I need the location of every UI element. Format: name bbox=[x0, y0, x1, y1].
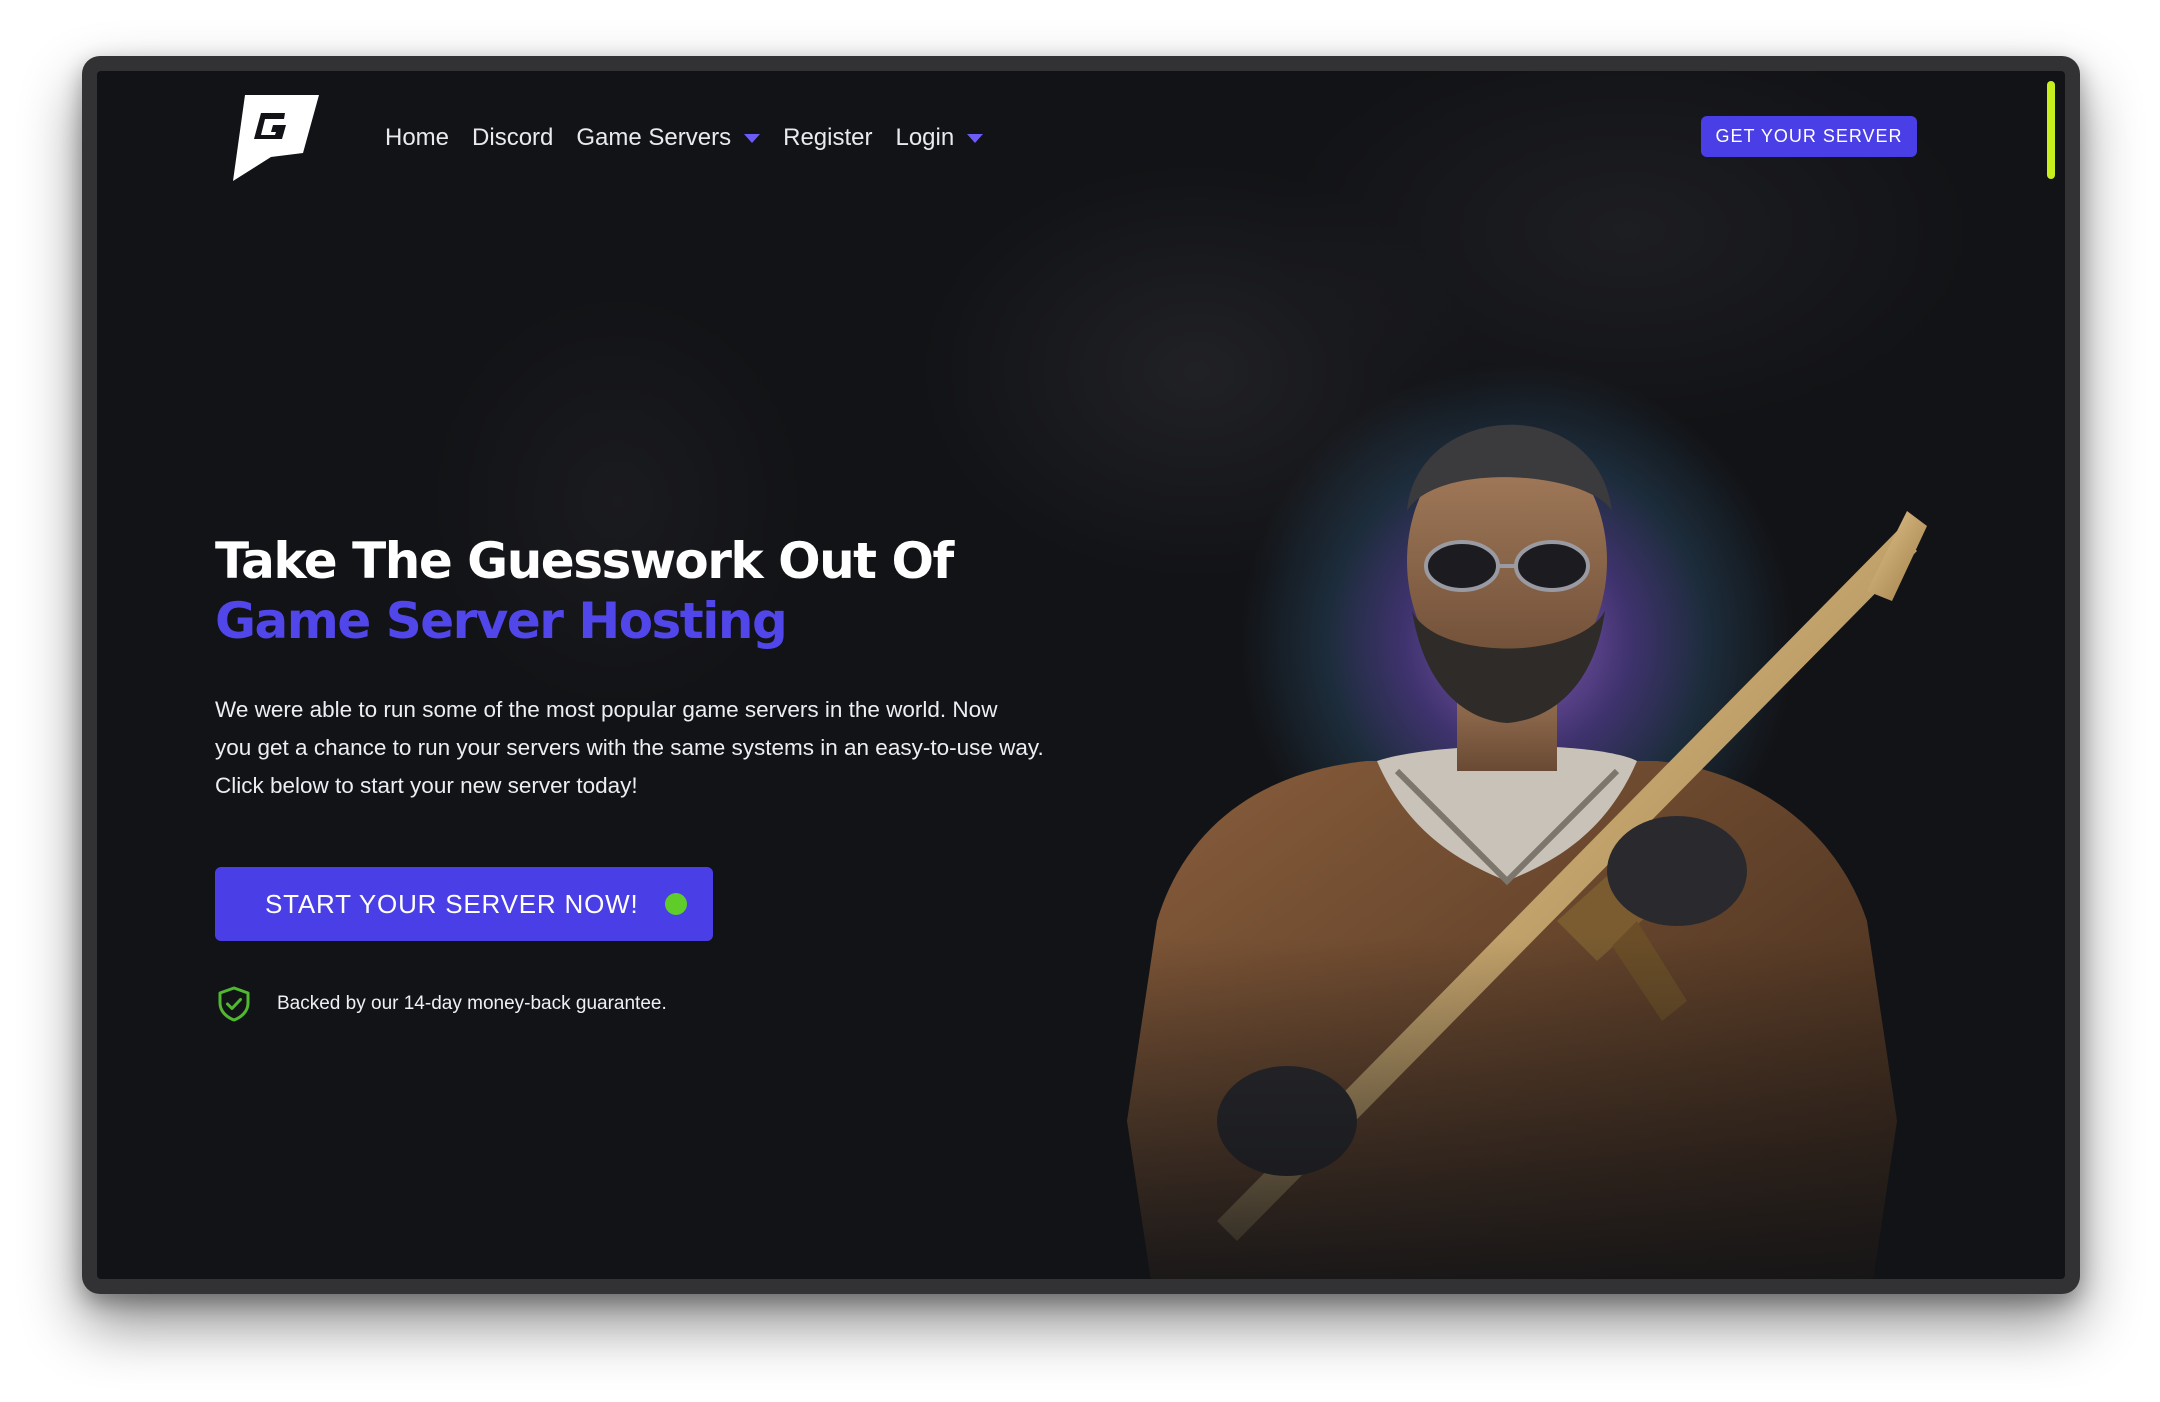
hero-title-line1: Take The Guesswork Out Of bbox=[215, 532, 954, 590]
hero-description-line: Click below to start your new server tod… bbox=[215, 773, 638, 798]
hero-title: Take The Guesswork Out Of Game Server Ho… bbox=[215, 531, 954, 651]
get-your-server-button[interactable]: GET YOUR SERVER bbox=[1701, 116, 1917, 157]
guarantee-note: Backed by our 14-day money-back guarante… bbox=[215, 985, 667, 1023]
device-frame: Home Discord Game Servers Register Login… bbox=[82, 56, 2080, 1294]
start-server-button[interactable]: START YOUR SERVER NOW! bbox=[215, 867, 713, 941]
nav-game-servers[interactable]: Game Servers bbox=[576, 124, 761, 152]
nav-login-label: Login bbox=[895, 124, 955, 151]
soldier-character-image bbox=[1037, 361, 2037, 1279]
scrollbar-thumb[interactable] bbox=[2047, 81, 2055, 179]
hero-description-line: you get a chance to run your servers wit… bbox=[215, 735, 1044, 760]
guarantee-text: Backed by our 14-day money-back guarante… bbox=[277, 993, 667, 1014]
hero-description: We were able to run some of the most pop… bbox=[215, 691, 1095, 805]
nav-home[interactable]: Home bbox=[385, 124, 449, 152]
nav-game-servers-label: Game Servers bbox=[576, 124, 732, 151]
nav-discord-label: Discord bbox=[472, 124, 554, 151]
nav-register-label: Register bbox=[783, 124, 873, 151]
page-viewport: Home Discord Game Servers Register Login… bbox=[97, 71, 2065, 1279]
hero-description-line: We were able to run some of the most pop… bbox=[215, 697, 998, 722]
caret-down-icon bbox=[967, 133, 984, 143]
hero-title-line2: Game Server Hosting bbox=[215, 592, 788, 650]
navbar: Home Discord Game Servers Register Login… bbox=[97, 71, 2065, 231]
shield-check-icon bbox=[218, 986, 250, 1022]
status-dot-icon bbox=[664, 893, 687, 915]
nav-register[interactable]: Register bbox=[783, 124, 872, 152]
caret-down-icon bbox=[744, 133, 761, 143]
nav-discord[interactable]: Discord bbox=[472, 124, 553, 152]
main-menu: Home Discord Game Servers Register Login bbox=[385, 124, 1006, 152]
nav-login[interactable]: Login bbox=[895, 124, 984, 152]
start-server-button-label: START YOUR SERVER NOW! bbox=[265, 888, 639, 919]
g-logo-icon[interactable] bbox=[227, 91, 323, 187]
nav-home-label: Home bbox=[385, 124, 450, 151]
